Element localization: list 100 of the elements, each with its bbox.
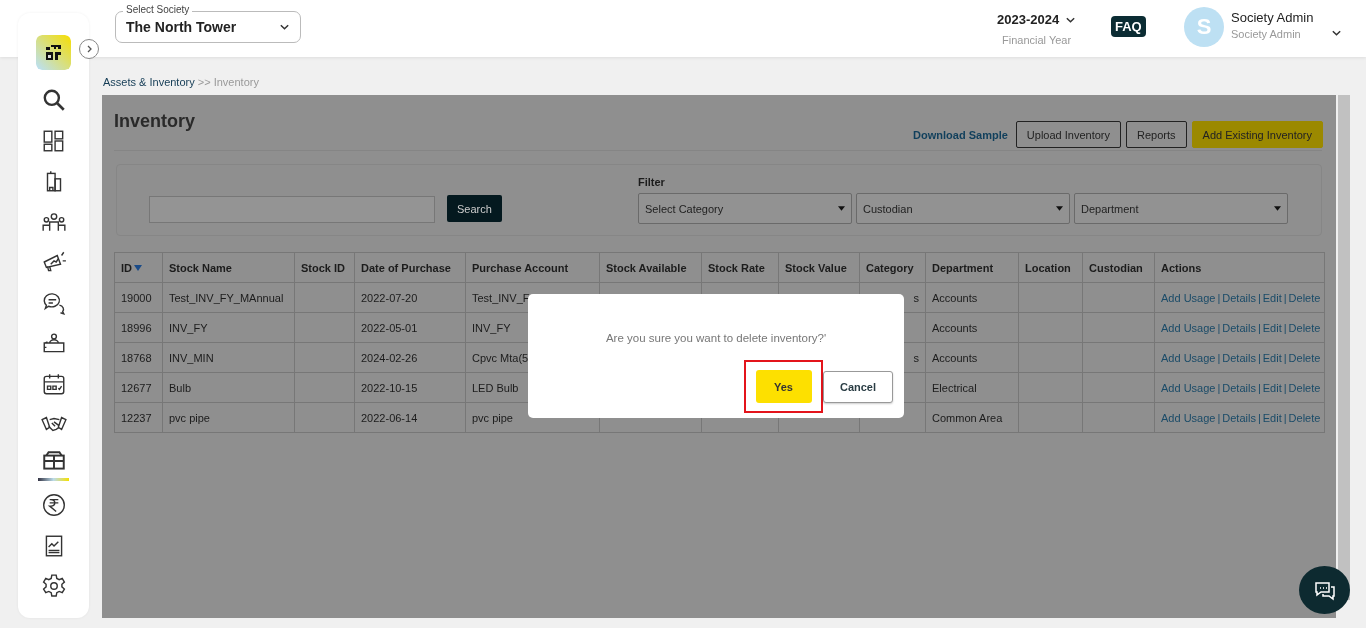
- table-cell: 19000: [114, 282, 163, 313]
- filter-select[interactable]: Department: [1074, 193, 1288, 224]
- chevron-down-icon: [279, 23, 290, 31]
- dropdown-arrow-icon: [838, 206, 845, 211]
- faq-button[interactable]: FAQ: [1111, 16, 1146, 37]
- action-link[interactable]: Details: [1222, 351, 1256, 364]
- action-link[interactable]: Add Usage: [1161, 351, 1216, 364]
- column-header: Stock Value: [778, 252, 860, 283]
- table-cell: 18996: [114, 312, 163, 343]
- action-link[interactable]: Details: [1222, 381, 1256, 394]
- table-cell: INV_FY: [162, 312, 295, 343]
- action-button[interactable]: Upload Inventory: [1015, 121, 1121, 148]
- table-cell: 2022-07-20: [354, 282, 466, 313]
- separator: |: [1257, 381, 1261, 394]
- table-cell: Accounts: [925, 312, 1019, 343]
- column-header: Department: [925, 252, 1019, 283]
- table-cell: Accounts: [925, 342, 1019, 373]
- scrollbar[interactable]: [1338, 95, 1350, 600]
- table-cell: INV_MIN: [162, 342, 295, 373]
- action-link[interactable]: Add Usage: [1161, 321, 1216, 334]
- separator: |: [1283, 291, 1287, 304]
- column-header: Date of Purchase: [354, 252, 466, 283]
- action-link[interactable]: Details: [1222, 411, 1256, 424]
- table-cell: 18768: [114, 342, 163, 373]
- add-button[interactable]: Add Existing Inventory: [1191, 121, 1323, 148]
- action-link[interactable]: Delete: [1288, 321, 1321, 334]
- action-link[interactable]: Delete: [1288, 351, 1321, 364]
- table-cell: 12237: [114, 402, 163, 433]
- table-cell: 2022-05-01: [354, 312, 466, 343]
- table-cell: pvc pipe: [162, 402, 295, 433]
- table-cell: Common Area: [925, 402, 1019, 433]
- column-header: Custodian: [1082, 252, 1155, 283]
- table-cell: Accounts: [925, 282, 1019, 313]
- chevron-down-icon: [1065, 15, 1077, 24]
- action-link[interactable]: Edit: [1262, 411, 1282, 424]
- breadcrumb-current: >> Inventory: [197, 76, 259, 88]
- separator: |: [1257, 351, 1261, 364]
- separator: |: [1257, 291, 1261, 304]
- table-cell: Test_INV_FY_MAnnual: [162, 282, 295, 313]
- action-link[interactable]: Add Usage: [1161, 381, 1216, 394]
- separator: |: [1217, 381, 1221, 394]
- column-header: Stock ID: [294, 252, 355, 283]
- separator: |: [1217, 291, 1221, 304]
- separator: |: [1283, 411, 1287, 424]
- settings-icon: [40, 573, 67, 600]
- action-link[interactable]: Add Usage: [1161, 291, 1216, 304]
- search-button[interactable]: Search: [447, 195, 502, 222]
- separator: |: [1283, 381, 1287, 394]
- rupee-icon: [40, 492, 67, 519]
- action-link[interactable]: Delete: [1288, 291, 1321, 304]
- filter-select[interactable]: Select Category: [638, 193, 852, 224]
- action-link[interactable]: Delete: [1288, 411, 1321, 424]
- action-link[interactable]: Delete: [1288, 381, 1321, 394]
- selected-society: The North Tower: [126, 19, 237, 35]
- action-link[interactable]: Add Usage: [1161, 411, 1216, 424]
- filter-label: Filter: [638, 176, 665, 188]
- column-header: Stock Rate: [701, 252, 779, 283]
- table-cell: 2022-10-15: [354, 372, 466, 403]
- dialog-message: Are you sure you want to delete inventory?': [604, 332, 828, 344]
- separator: |: [1283, 321, 1287, 334]
- action-link[interactable]: Edit: [1262, 321, 1282, 334]
- dropdown-arrow-icon: [1274, 206, 1281, 211]
- breadcrumb-link[interactable]: Assets & Inventory: [103, 76, 195, 88]
- table-cell: 2022-06-14: [354, 402, 466, 433]
- dropdown-arrow-icon: [1056, 206, 1063, 211]
- column-header: Stock Available: [599, 252, 702, 283]
- separator: |: [1257, 411, 1261, 424]
- separator: |: [1217, 321, 1221, 334]
- separator: |: [1257, 321, 1261, 334]
- filter-select[interactable]: Custodian: [856, 193, 1070, 224]
- column-header: Category: [859, 252, 926, 283]
- separator: |: [1283, 351, 1287, 364]
- financial-year-select[interactable]: 2023-2024: [997, 12, 1077, 27]
- column-header: Stock Name: [162, 252, 295, 283]
- field-label: Select Society: [123, 4, 193, 15]
- table-cell: 12677: [114, 372, 163, 403]
- table-cell: 2024-02-26: [354, 342, 466, 373]
- action-link[interactable]: Details: [1222, 291, 1256, 304]
- column-header: Purchase Account: [465, 252, 600, 283]
- action-link[interactable]: Edit: [1262, 351, 1282, 364]
- download-sample-link[interactable]: Download Sample: [913, 128, 1008, 141]
- action-link[interactable]: Edit: [1262, 291, 1282, 304]
- cancel-button[interactable]: Cancel: [823, 371, 893, 403]
- column-header: Location: [1018, 252, 1083, 283]
- table-cell: Bulb: [162, 372, 295, 403]
- user-name: Society Admin: [1231, 10, 1314, 25]
- user-menu-chevron-icon: [1331, 29, 1342, 37]
- separator: |: [1217, 411, 1221, 424]
- action-link[interactable]: Edit: [1262, 381, 1282, 394]
- column-header: Actions: [1154, 252, 1325, 283]
- search-field[interactable]: [149, 196, 435, 223]
- confirm-button[interactable]: Yes: [755, 370, 812, 403]
- financial-year-caption: Financial Year: [1002, 34, 1072, 46]
- separator: |: [1217, 351, 1221, 364]
- action-link[interactable]: Details: [1222, 321, 1256, 334]
- page-title: Inventory: [114, 111, 196, 132]
- user-role: Society Admin: [1231, 28, 1301, 40]
- action-button[interactable]: Reports: [1126, 121, 1187, 148]
- app-logo-icon: [36, 35, 71, 70]
- column-header[interactable]: ID: [114, 252, 163, 283]
